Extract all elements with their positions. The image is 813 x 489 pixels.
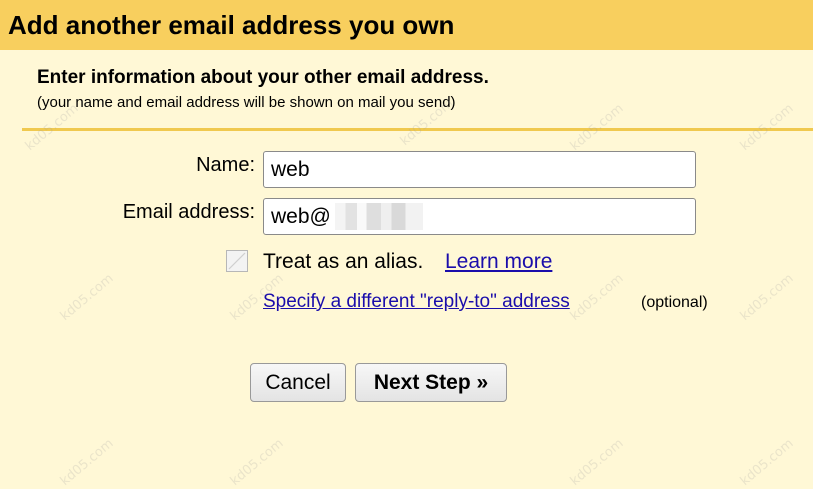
reply-to-link[interactable]: Specify a different "reply-to" address [263,290,570,314]
name-input[interactable] [263,151,696,188]
section-subheading: (your name and email address will be sho… [37,94,456,111]
redacted-area [335,203,423,230]
next-step-button[interactable]: Next Step » [355,363,507,402]
divider [22,128,813,131]
watermark: kd05.com [567,271,627,324]
watermark: kd05.com [567,436,627,489]
watermark: kd05.com [737,271,797,324]
name-label: Name: [196,154,255,176]
dialog-title: Add another email address you own [8,10,455,40]
watermark: kd05.com [57,436,117,489]
title-bar: Add another email address you own [0,0,813,50]
email-input[interactable] [263,198,696,235]
alias-checkbox[interactable] [226,250,248,272]
learn-more-link[interactable]: Learn more [445,250,552,274]
cancel-button[interactable]: Cancel [250,363,346,402]
checkbox-box-icon [228,252,246,270]
email-label: Email address: [122,201,255,223]
optional-note: (optional) [641,294,708,311]
alias-label: Treat as an alias. [263,250,424,273]
watermark: kd05.com [227,436,287,489]
section-heading: Enter information about your other email… [37,67,489,88]
watermark: kd05.com [737,436,797,489]
watermark: kd05.com [57,271,117,324]
